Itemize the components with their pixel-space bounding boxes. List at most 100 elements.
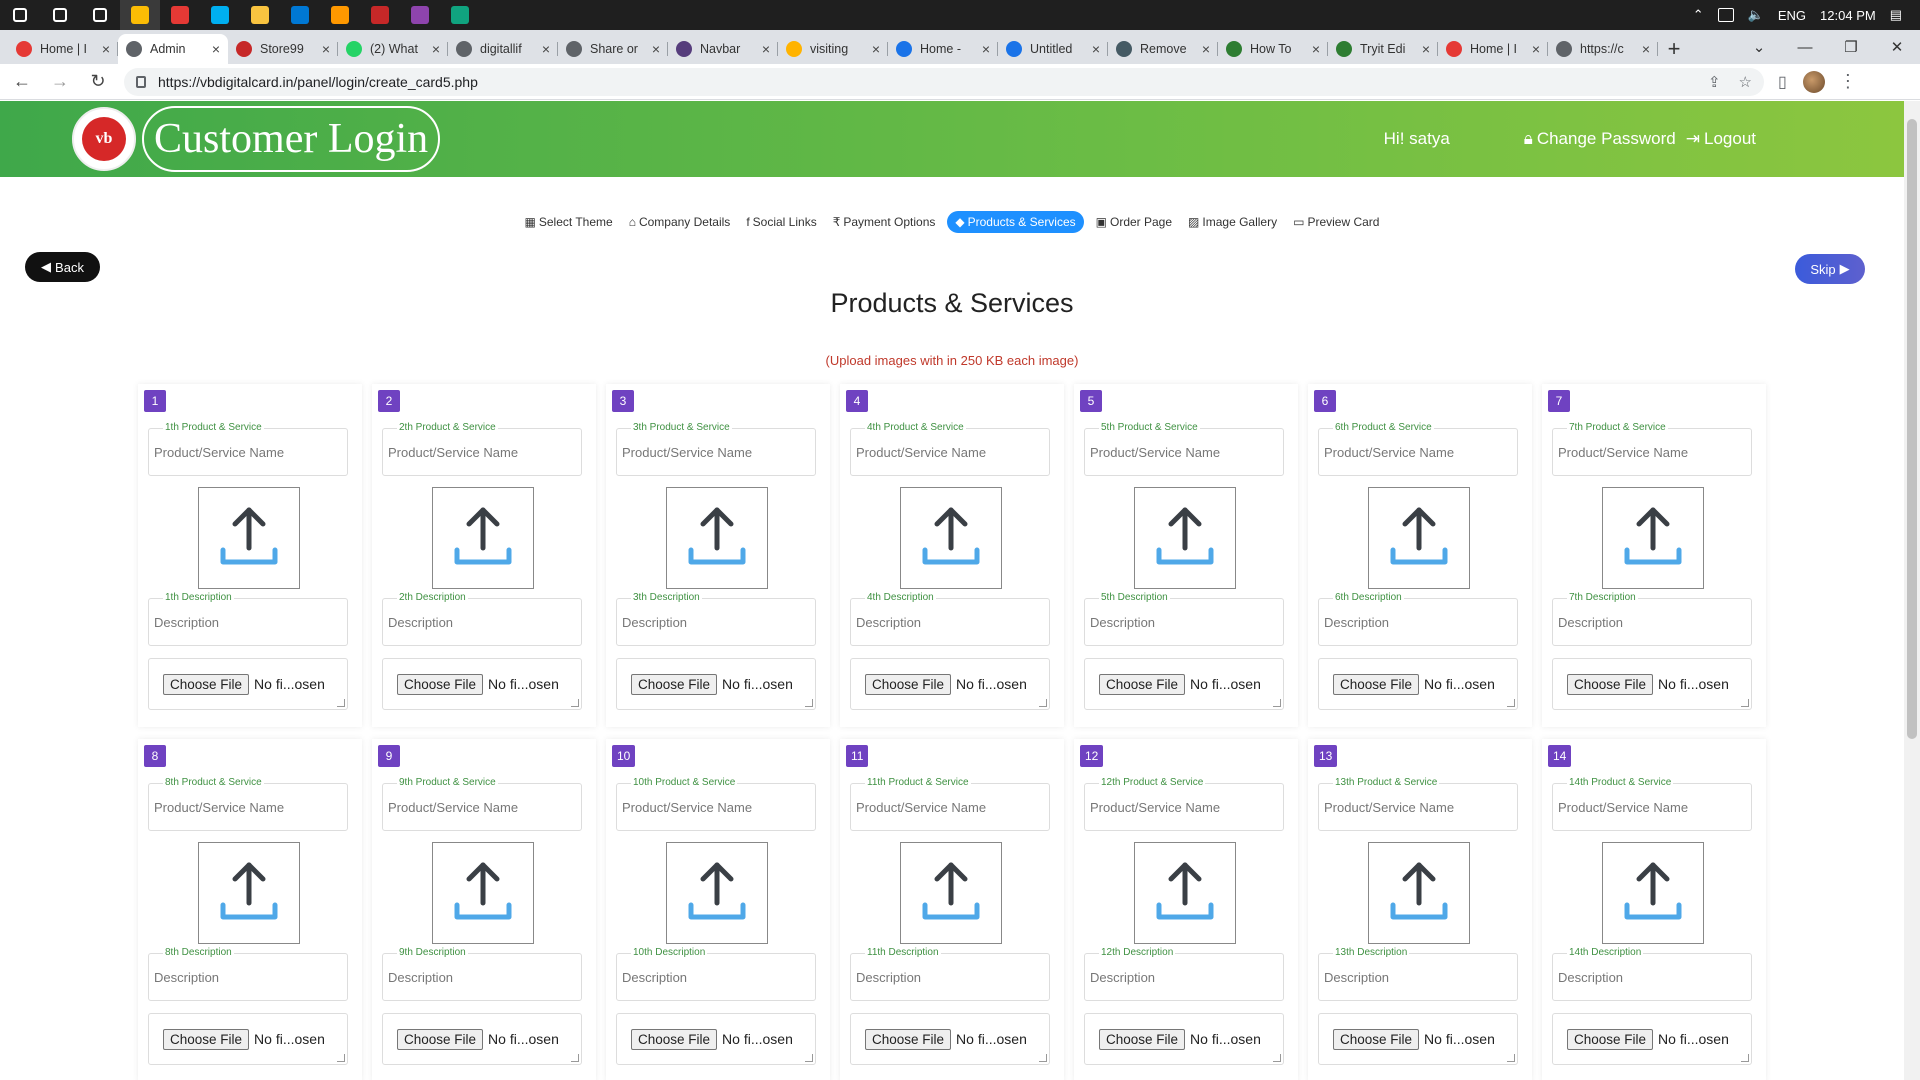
resize-grip-icon[interactable] xyxy=(1507,1054,1515,1062)
choose-file-button[interactable]: Choose File xyxy=(163,673,250,695)
description-field[interactable]: 5th Description Description xyxy=(1084,592,1284,646)
bookmark-star-icon[interactable]: ☆ xyxy=(1739,73,1752,91)
product-name-field[interactable]: 5th Product & Service Product/Service Nam… xyxy=(1084,422,1284,476)
tab-close-icon[interactable]: × xyxy=(212,41,220,57)
description-field[interactable]: 2th Description Description xyxy=(382,592,582,646)
resize-grip-icon[interactable] xyxy=(1273,1054,1281,1062)
restore-button[interactable]: ❐ xyxy=(1828,30,1874,64)
file-input[interactable]: Choose File No fi...osen xyxy=(616,1013,816,1065)
tab-close-icon[interactable]: × xyxy=(1642,41,1650,57)
back-button[interactable]: ◀ Back xyxy=(25,252,100,282)
image-upload-box[interactable] xyxy=(900,842,1002,944)
minimize-button[interactable]: — xyxy=(1782,30,1828,64)
notifications-icon[interactable]: ▤ xyxy=(1890,7,1902,23)
change-password-link[interactable]: 🔒︎ Change Password xyxy=(1524,129,1676,149)
taskbar-app[interactable] xyxy=(360,0,400,30)
taskbar-app[interactable] xyxy=(280,0,320,30)
product-name-field[interactable]: 4th Product & Service Product/Service Nam… xyxy=(850,422,1050,476)
tab-close-icon[interactable]: × xyxy=(102,41,110,57)
resize-grip-icon[interactable] xyxy=(1741,699,1749,707)
description-field[interactable]: 8th Description Description xyxy=(148,947,348,1001)
browser-tab[interactable]: How To × xyxy=(1218,34,1328,64)
choose-file-button[interactable]: Choose File xyxy=(631,1028,718,1050)
image-upload-box[interactable] xyxy=(900,487,1002,589)
choose-file-button[interactable]: Choose File xyxy=(1333,1028,1420,1050)
file-input[interactable]: Choose File No fi...osen xyxy=(1084,658,1284,710)
image-upload-box[interactable] xyxy=(666,842,768,944)
resize-grip-icon[interactable] xyxy=(337,699,345,707)
resize-grip-icon[interactable] xyxy=(1507,699,1515,707)
choose-file-button[interactable]: Choose File xyxy=(1333,673,1420,695)
tab-close-icon[interactable]: × xyxy=(1312,41,1320,57)
image-upload-box[interactable] xyxy=(432,842,534,944)
product-name-field[interactable]: 7th Product & Service Product/Service Nam… xyxy=(1552,422,1752,476)
tab-close-icon[interactable]: × xyxy=(762,41,770,57)
tab-close-icon[interactable]: × xyxy=(1202,41,1210,57)
file-input[interactable]: Choose File No fi...osen xyxy=(148,1013,348,1065)
clock[interactable]: 12:04 PM xyxy=(1820,8,1876,23)
site-logo[interactable]: vb xyxy=(72,107,136,171)
browser-tab[interactable]: https://c × xyxy=(1548,34,1658,64)
resize-grip-icon[interactable] xyxy=(1741,1054,1749,1062)
file-input[interactable]: Choose File No fi...osen xyxy=(850,658,1050,710)
image-upload-box[interactable] xyxy=(432,487,534,589)
step-4[interactable]: ₹ Payment Options xyxy=(829,211,940,233)
browser-tab[interactable]: Admin × xyxy=(118,34,228,64)
product-name-field[interactable]: 13th Product & Service Product/Service Na… xyxy=(1318,777,1518,831)
skip-button[interactable]: Skip ▶ xyxy=(1795,254,1865,284)
close-window-button[interactable]: ✕ xyxy=(1874,30,1920,64)
product-name-field[interactable]: 9th Product & Service Product/Service Nam… xyxy=(382,777,582,831)
step-7[interactable]: ▨ Image Gallery xyxy=(1184,211,1281,233)
network-icon[interactable] xyxy=(1717,8,1734,22)
step-1[interactable]: ▦ Select Theme xyxy=(521,211,617,233)
share-icon[interactable]: ⇪ xyxy=(1708,73,1721,91)
product-name-field[interactable]: 14th Product & Service Product/Service Na… xyxy=(1552,777,1752,831)
step-3[interactable]: f Social Links xyxy=(742,211,820,233)
description-field[interactable]: 7th Description Description xyxy=(1552,592,1752,646)
description-field[interactable]: 3th Description Description xyxy=(616,592,816,646)
product-name-field[interactable]: 10th Product & Service Product/Service Na… xyxy=(616,777,816,831)
scrollbar-thumb[interactable] xyxy=(1907,119,1917,739)
step-2[interactable]: ⌂ Company Details xyxy=(625,211,735,233)
choose-file-button[interactable]: Choose File xyxy=(397,673,484,695)
file-input[interactable]: Choose File No fi...osen xyxy=(148,658,348,710)
taskbar-app[interactable] xyxy=(320,0,360,30)
resize-grip-icon[interactable] xyxy=(805,1054,813,1062)
logout-link[interactable]: ⇥ Logout xyxy=(1686,129,1756,149)
product-name-field[interactable]: 3th Product & Service Product/Service Nam… xyxy=(616,422,816,476)
tab-close-icon[interactable]: × xyxy=(1422,41,1430,57)
tab-close-icon[interactable]: × xyxy=(1092,41,1100,57)
menu-kebab-icon[interactable]: ⋮ xyxy=(1839,71,1857,92)
taskbar-app[interactable] xyxy=(200,0,240,30)
new-tab-button[interactable]: + xyxy=(1658,34,1690,64)
choose-file-button[interactable]: Choose File xyxy=(1099,673,1186,695)
file-input[interactable]: Choose File No fi...osen xyxy=(850,1013,1050,1065)
browser-tab[interactable]: Navbar × xyxy=(668,34,778,64)
browser-tab[interactable]: visiting × xyxy=(778,34,888,64)
taskbar-app[interactable] xyxy=(160,0,200,30)
choose-file-button[interactable]: Choose File xyxy=(397,1028,484,1050)
browser-tab[interactable]: Home - × xyxy=(888,34,998,64)
lock-icon[interactable] xyxy=(136,75,146,88)
browser-tab[interactable]: Share or × xyxy=(558,34,668,64)
description-field[interactable]: 10th Description Description xyxy=(616,947,816,1001)
file-input[interactable]: Choose File No fi...osen xyxy=(1552,1013,1752,1065)
description-field[interactable]: 9th Description Description xyxy=(382,947,582,1001)
tab-close-icon[interactable]: × xyxy=(322,41,330,57)
product-name-field[interactable]: 11th Product & Service Product/Service Na… xyxy=(850,777,1050,831)
page-scrollbar[interactable] xyxy=(1904,101,1920,1080)
description-field[interactable]: 4th Description Description xyxy=(850,592,1050,646)
taskbar-app[interactable] xyxy=(80,0,120,30)
image-upload-box[interactable] xyxy=(1134,842,1236,944)
resize-grip-icon[interactable] xyxy=(805,699,813,707)
product-name-field[interactable]: 2th Product & Service Product/Service Nam… xyxy=(382,422,582,476)
tab-close-icon[interactable]: × xyxy=(652,41,660,57)
image-upload-box[interactable] xyxy=(1134,487,1236,589)
resize-grip-icon[interactable] xyxy=(1039,699,1047,707)
choose-file-button[interactable]: Choose File xyxy=(1567,1028,1654,1050)
browser-tab[interactable]: Remove × xyxy=(1108,34,1218,64)
tab-close-icon[interactable]: × xyxy=(872,41,880,57)
reload-icon[interactable]: ↻ xyxy=(82,66,114,98)
browser-tab[interactable]: Home | I × xyxy=(1438,34,1548,64)
taskbar-app[interactable] xyxy=(120,0,160,30)
